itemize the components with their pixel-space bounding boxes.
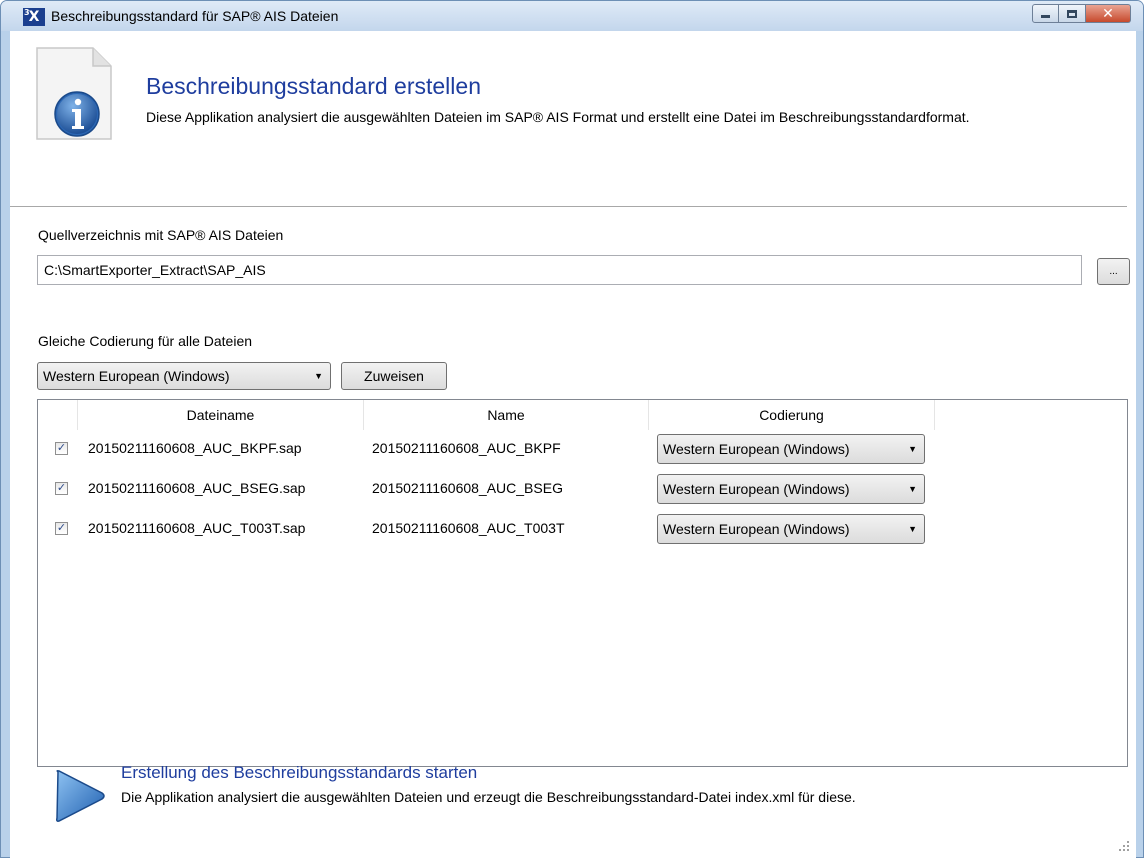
- row-filename: 20150211160608_AUC_T003T.sap: [88, 520, 306, 536]
- row-filename: 20150211160608_AUC_BKPF.sap: [88, 440, 302, 456]
- table-header: Dateiname Name Codierung: [38, 400, 1127, 430]
- window-controls: ✕: [1032, 4, 1131, 23]
- start-creation-link[interactable]: Erstellung des Beschreibungsstandards st…: [121, 763, 477, 783]
- minimize-button[interactable]: [1032, 4, 1059, 23]
- row-checkbox[interactable]: ✓: [55, 482, 68, 495]
- app-icon: 3X: [23, 8, 45, 26]
- global-encoding-select[interactable]: Western European (Windows) ▼: [37, 362, 331, 390]
- row-encoding-select[interactable]: Western European (Windows) ▼: [657, 514, 925, 544]
- info-document-icon: [36, 47, 112, 140]
- chevron-down-icon: ▼: [908, 444, 917, 454]
- row-filename: 20150211160608_AUC_BSEG.sap: [88, 480, 306, 496]
- chevron-down-icon: ▼: [908, 484, 917, 494]
- maximize-icon: [1067, 9, 1077, 18]
- table-row[interactable]: ✓ 20150211160608_AUC_BKPF.sap 2015021116…: [38, 430, 1127, 468]
- close-icon: ✕: [1102, 5, 1114, 21]
- start-description: Die Applikation analysiert die ausgewähl…: [121, 789, 856, 805]
- maximize-button[interactable]: [1059, 4, 1086, 23]
- chevron-down-icon: ▼: [314, 371, 323, 381]
- column-header-filename[interactable]: Dateiname: [78, 400, 364, 430]
- column-header-encoding[interactable]: Codierung: [649, 400, 935, 430]
- page-title: Beschreibungsstandard erstellen: [146, 73, 481, 99]
- row-checkbox[interactable]: ✓: [55, 522, 68, 535]
- table-row[interactable]: ✓ 20150211160608_AUC_T003T.sap 201502111…: [38, 510, 1127, 548]
- browse-button[interactable]: ...: [1097, 258, 1130, 285]
- row-name: 20150211160608_AUC_T003T: [372, 520, 565, 536]
- column-header-checkbox: [38, 400, 78, 430]
- header-divider: [10, 206, 1127, 207]
- global-encoding-value: Western European (Windows): [43, 368, 230, 384]
- source-directory-label: Quellverzeichnis mit SAP® AIS Dateien: [38, 227, 284, 243]
- client-area: Beschreibungsstandard erstellen Diese Ap…: [10, 31, 1136, 858]
- files-table: Dateiname Name Codierung ✓ 2015021116060…: [37, 399, 1128, 767]
- row-encoding-value: Western European (Windows): [663, 441, 850, 457]
- minimize-icon: [1041, 15, 1050, 18]
- page-description: Diese Applikation analysiert die ausgewä…: [146, 109, 970, 125]
- close-button[interactable]: ✕: [1086, 4, 1131, 23]
- resize-grip-icon[interactable]: [1118, 840, 1130, 852]
- chevron-down-icon: ▼: [908, 524, 917, 534]
- table-row[interactable]: ✓ 20150211160608_AUC_BSEG.sap 2015021116…: [38, 470, 1127, 508]
- row-name: 20150211160608_AUC_BSEG: [372, 480, 563, 496]
- assign-button[interactable]: Zuweisen: [341, 362, 447, 390]
- window-title: Beschreibungsstandard für SAP® AIS Datei…: [51, 8, 339, 24]
- row-encoding-select[interactable]: Western European (Windows) ▼: [657, 474, 925, 504]
- row-encoding-select[interactable]: Western European (Windows) ▼: [657, 434, 925, 464]
- row-encoding-value: Western European (Windows): [663, 481, 850, 497]
- app-window: 3X Beschreibungsstandard für SAP® AIS Da…: [0, 0, 1144, 858]
- play-arrow-icon[interactable]: [50, 766, 110, 826]
- source-directory-input[interactable]: C:\SmartExporter_Extract\SAP_AIS: [37, 255, 1082, 285]
- row-checkbox[interactable]: ✓: [55, 442, 68, 455]
- encoding-label: Gleiche Codierung für alle Dateien: [38, 333, 253, 349]
- column-header-name[interactable]: Name: [364, 400, 649, 430]
- title-bar[interactable]: 3X Beschreibungsstandard für SAP® AIS Da…: [1, 1, 1143, 31]
- row-encoding-value: Western European (Windows): [663, 521, 850, 537]
- row-name: 20150211160608_AUC_BKPF: [372, 440, 561, 456]
